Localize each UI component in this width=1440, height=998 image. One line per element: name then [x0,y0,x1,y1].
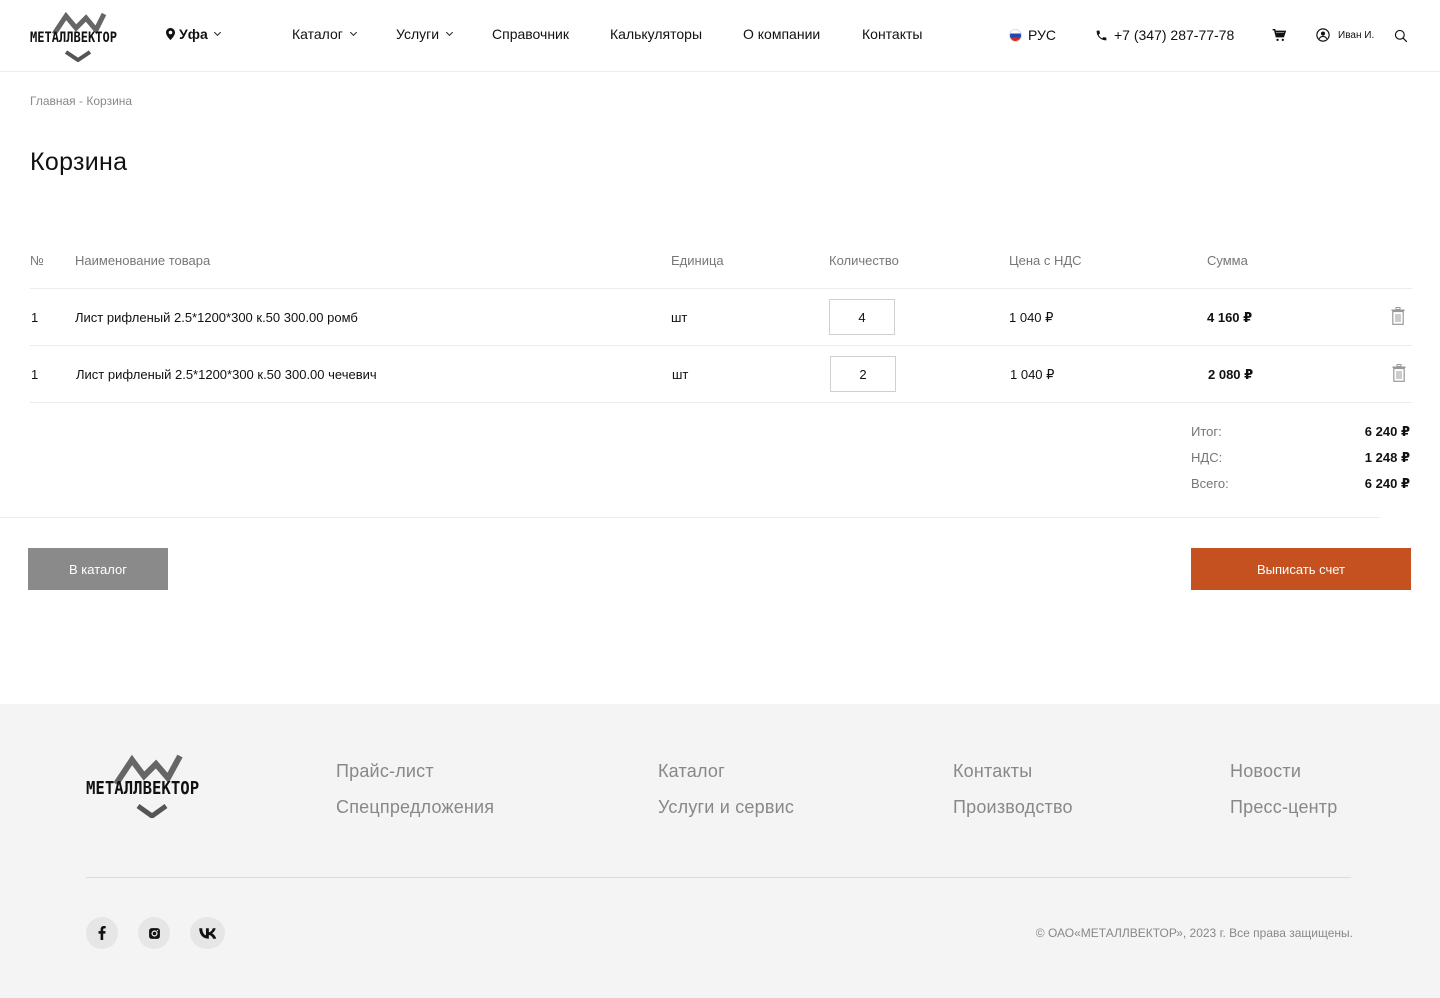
product-name[interactable]: Лист рифленый 2.5*1200*300 к.50 300.00 ч… [76,367,377,382]
footer-divider [86,877,1351,878]
row-divider [30,345,1412,346]
location-pin-icon [166,28,175,40]
column-header-name: Наименование товара [75,253,211,268]
row-sum: 4 160 ₽ [1207,310,1253,325]
row-divider [30,288,1412,289]
vat-label: НДС: [1191,450,1223,465]
site-header: МЕТАЛЛВЕКТОР Уфа Каталог Услуги Справочн… [0,0,1440,72]
total-value: 6 240 ₽ [1364,476,1410,491]
user-name: Иван И. [1338,29,1375,41]
language-selector[interactable]: РУС [1009,27,1056,43]
nav-calculators[interactable]: Калькуляторы [610,26,702,42]
unit: шт [672,367,689,382]
unit: шт [671,310,688,325]
column-header-num: № [30,253,44,268]
nav-services[interactable]: Услуги [396,26,454,42]
copyright-text: © ОАО«МЕТАЛЛВЕКТОР», 2023 г. Все права з… [1035,926,1353,940]
nav-label: О компании [743,26,821,42]
column-header-price: Цена с НДС [1009,253,1082,268]
language-label: РУС [1028,27,1057,43]
row-num: 1 [31,367,39,382]
subtotal-value: 6 240 ₽ [1364,424,1410,439]
nav-label: Контакты [862,26,923,42]
price: 1 040 ₽ [1010,367,1055,382]
back-to-catalog-button[interactable]: В каталог [28,548,168,590]
product-name[interactable]: Лист рифленый 2.5*1200*300 к.50 300.00 р… [75,310,358,325]
row-sum: 2 080 ₽ [1208,367,1254,382]
city-selector[interactable]: Уфа [166,26,221,42]
city-label: Уфа [179,26,208,42]
nav-label: Калькуляторы [610,26,703,42]
section-divider [0,517,1380,518]
quantity-input[interactable] [830,356,896,392]
footer-link-contacts[interactable]: Контакты [953,761,1032,782]
price: 1 040 ₽ [1009,310,1054,325]
footer-link-production[interactable]: Производство [953,797,1073,818]
nav-catalog[interactable]: Каталог [292,26,357,42]
column-header-unit: Единица [671,253,724,268]
trash-icon[interactable] [1392,364,1406,387]
footer-link-special-offers[interactable]: Спецпредложения [336,797,494,818]
breadcrumb-home[interactable]: Главная [30,94,76,108]
breadcrumb-separator: - [75,94,87,108]
chevron-down-icon [349,28,357,37]
site-footer: МЕТАЛЛВЕКТОР Прайс-лист Спецпредложения … [0,704,1440,998]
nav-about[interactable]: О компании [743,26,820,42]
quantity-input[interactable] [829,299,895,335]
create-invoice-button[interactable]: Выписать счет [1191,548,1411,590]
user-account[interactable]: Иван И. [1316,28,1374,42]
nav-contacts[interactable]: Контакты [862,26,922,42]
nav-label: Каталог [292,26,343,42]
instagram-icon[interactable] [138,917,170,949]
column-header-sum: Сумма [1207,253,1248,268]
footer-link-price-list[interactable]: Прайс-лист [336,761,434,782]
phone-number: +7 (347) 287-77-78 [1114,27,1235,43]
footer-link-news[interactable]: Новости [1230,761,1301,782]
vat-value: 1 248 ₽ [1364,450,1410,465]
subtotal-label: Итог: [1191,424,1222,439]
logo-text: МЕТАЛЛВЕКТОР [86,778,200,799]
vk-icon[interactable] [190,917,225,949]
breadcrumb: Главная - Корзина [30,94,132,108]
total-label: Всего: [1191,476,1229,491]
trash-icon[interactable] [1391,307,1405,330]
footer-link-press-center[interactable]: Пресс-центр [1230,797,1337,818]
cart-icon[interactable] [1272,28,1287,47]
phone-icon [1096,30,1107,40]
search-icon[interactable] [1394,29,1408,48]
facebook-icon[interactable] [86,917,118,949]
footer-link-services[interactable]: Услуги и сервис [658,797,794,818]
header-logo[interactable]: МЕТАЛЛВЕКТОР [30,10,132,62]
phone-link[interactable]: +7 (347) 287-77-78 [1095,27,1234,43]
russia-flag-icon [1009,28,1022,42]
footer-link-catalog[interactable]: Каталог [658,761,725,782]
nav-reference[interactable]: Справочник [492,26,569,42]
row-num: 1 [31,310,39,325]
breadcrumb-current: Корзина [86,94,133,108]
column-header-qty: Количество [829,253,899,268]
chevron-down-icon [446,28,454,37]
logo-text: МЕТАЛЛВЕКТОР [30,30,117,46]
row-divider [30,402,1412,403]
nav-label: Справочник [492,26,569,42]
nav-label: Услуги [396,26,440,42]
chevron-down-icon [213,28,221,37]
page-title: Корзина [30,148,128,176]
footer-logo[interactable]: МЕТАЛЛВЕКТОР [86,754,218,818]
user-icon [1316,28,1330,42]
